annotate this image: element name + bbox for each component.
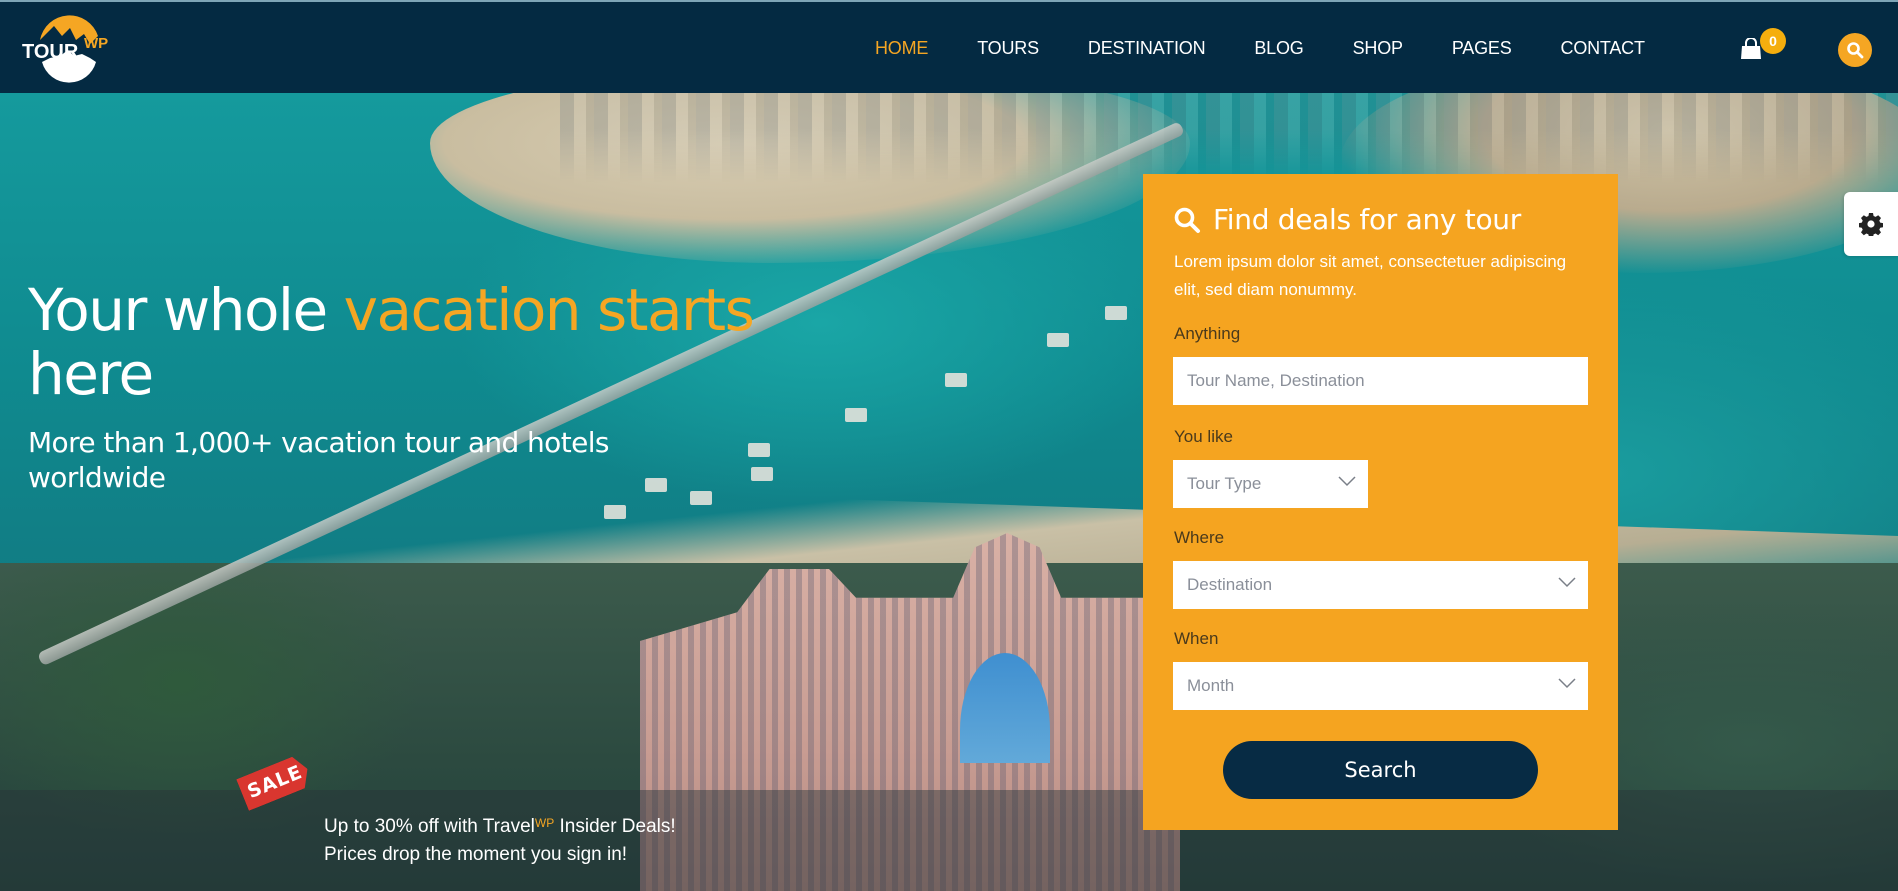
chevron-down-icon <box>1338 476 1356 487</box>
hero-title-plain: Your whole <box>28 276 344 344</box>
search-icon <box>1174 207 1200 233</box>
hero-title-accent: vacation starts <box>343 276 755 344</box>
chevron-down-icon <box>1558 577 1576 588</box>
month-select[interactable]: Month <box>1173 662 1588 710</box>
logo-icon: TOUR WP <box>22 15 108 83</box>
promo-text: Up to 30% off with TravelWP Insider Deal… <box>324 813 824 869</box>
logo[interactable]: TOUR WP <box>20 10 116 90</box>
settings-toggle[interactable] <box>1844 192 1898 256</box>
main-nav: HOME TOURS DESTINATION BLOG SHOP PAGES C… <box>875 2 1694 95</box>
chevron-down-icon <box>1558 678 1576 689</box>
anything-field[interactable] <box>1173 357 1588 405</box>
when-label: When <box>1174 629 1219 648</box>
gear-icon <box>1859 213 1883 236</box>
destination-select[interactable]: Destination <box>1173 561 1588 609</box>
svg-text:TOUR: TOUR <box>22 41 79 63</box>
hero-subtitle: More than 1,000+ vacation tour and hotel… <box>28 426 609 494</box>
svg-text:WP: WP <box>84 35 108 52</box>
promo-line1-sup: WP <box>534 816 555 830</box>
cart-count-badge: 0 <box>1760 28 1786 54</box>
search-panel-title-text: Find deals for any tour <box>1213 203 1521 236</box>
nav-blog[interactable]: BLOG <box>1254 38 1303 59</box>
hero-title-end: here <box>28 340 154 408</box>
nav-shop[interactable]: SHOP <box>1353 38 1403 59</box>
nav-destination[interactable]: DESTINATION <box>1088 38 1206 59</box>
header-search-button[interactable] <box>1838 33 1872 67</box>
promo-line2: Prices drop the moment you sign in! <box>324 844 628 865</box>
nav-home[interactable]: HOME <box>875 38 928 59</box>
nav-contact[interactable]: CONTACT <box>1561 38 1645 59</box>
nav-tours[interactable]: TOURS <box>977 38 1039 59</box>
month-selected: Month <box>1187 676 1235 695</box>
search-panel-title: Find deals for any tour <box>1173 203 1521 236</box>
tour-name-input[interactable] <box>1187 357 1588 405</box>
search-icon <box>1847 42 1864 59</box>
you-like-label: You like <box>1174 427 1233 446</box>
search-panel-description: Lorem ipsum dolor sit amet, consectetuer… <box>1174 252 1567 299</box>
search-submit-button[interactable]: Search <box>1223 741 1538 799</box>
where-label: Where <box>1174 528 1225 547</box>
search-panel: Find deals for any tour Lorem ipsum dolo… <box>1143 174 1618 830</box>
tour-type-selected: Tour Type <box>1187 474 1262 493</box>
promo-line1-pre: Up to 30% off with Travel <box>324 816 535 837</box>
hero-section: Your whole vacation starts here More tha… <box>0 93 1898 891</box>
promo-line1-post: Insider Deals! <box>554 816 676 837</box>
hero-title: Your whole vacation starts here <box>28 278 808 406</box>
tour-type-select[interactable]: Tour Type <box>1173 460 1368 508</box>
anything-label: Anything <box>1174 324 1241 343</box>
nav-pages[interactable]: PAGES <box>1452 38 1512 59</box>
cart-button[interactable]: 0 <box>1738 26 1788 66</box>
site-header: TOUR WP HOME TOURS DESTINATION BLOG SHOP… <box>0 0 1898 93</box>
shopping-bag-icon <box>1741 38 1761 59</box>
destination-selected: Destination <box>1187 575 1273 594</box>
